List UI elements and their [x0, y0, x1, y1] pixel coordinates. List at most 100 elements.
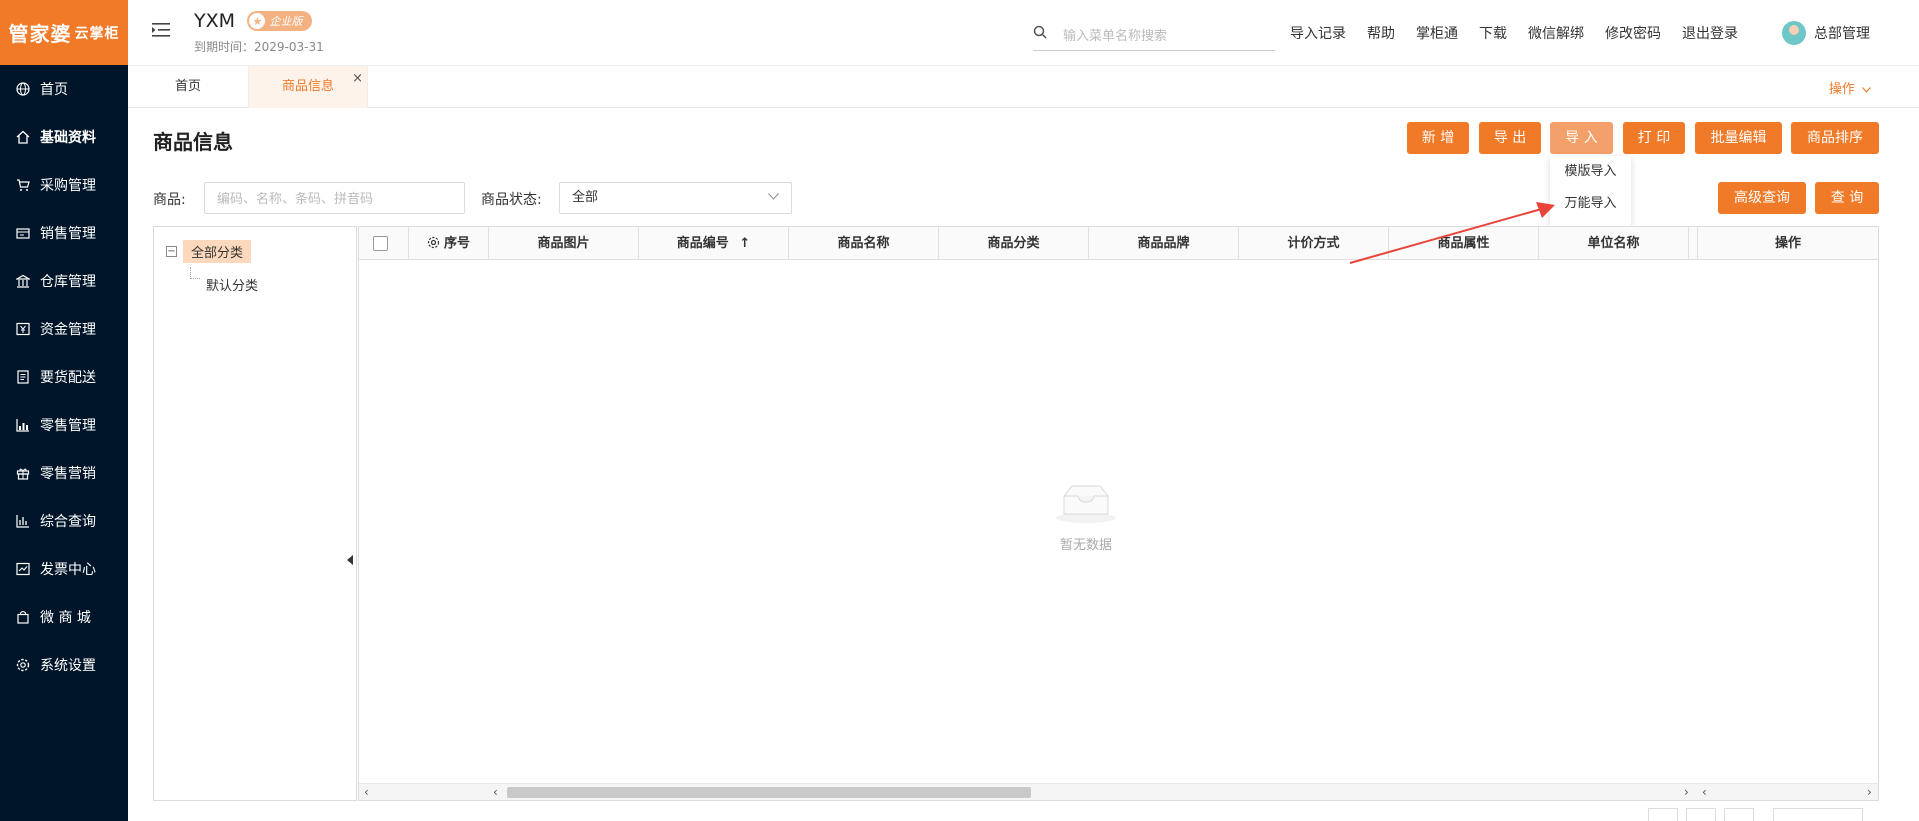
add-button[interactable]: 新 增: [1407, 122, 1469, 154]
page-title: 商品信息: [153, 130, 233, 154]
sidebar-item-11[interactable]: 微 商 城: [0, 593, 128, 641]
sidebar-item-9[interactable]: 综合查询: [0, 497, 128, 545]
help-link[interactable]: 帮助: [1367, 23, 1395, 43]
sidebar-item-8[interactable]: 零售营销: [0, 449, 128, 497]
search-input[interactable]: [1063, 25, 1263, 45]
user-menu[interactable]: 总部管理: [1782, 21, 1870, 45]
status-select[interactable]: 全部: [559, 182, 792, 214]
sidebar-item-10[interactable]: 发票中心: [0, 545, 128, 593]
sort-asc-icon[interactable]: ↑: [739, 236, 750, 251]
col-actions: 操作: [1697, 227, 1878, 260]
shop-bag-icon: [15, 609, 31, 625]
horizontal-scrollbar[interactable]: ‹ ‹ › ‹ ›: [359, 783, 1878, 800]
tree-collapse-toggle[interactable]: −: [166, 246, 177, 257]
table-header: 序号 商品图片 商品编号 ↑ 商品名称 商品分类 商品品牌 计价方式 商品属性 …: [359, 227, 1878, 260]
bar-chart-icon: [15, 513, 31, 529]
sidebar-item-label: 首页: [40, 82, 68, 98]
cart-icon: [15, 177, 31, 193]
sidebar: 管家婆 云掌柜 首页 基础资料 采购管理 销售管理 仓库管理 资金管理 要货配送 零售管理 零售营…: [0, 0, 128, 821]
annotation-arrow-icon: [1349, 202, 1555, 264]
print-button[interactable]: 打 印: [1623, 122, 1685, 154]
pager-prev[interactable]: [1648, 808, 1678, 821]
top-header: YXM ★ 企业版 到期时间：2029-03-31 导入记录 帮助 掌柜通 下载…: [128, 0, 1919, 66]
sidebar-item-2[interactable]: 采购管理: [0, 161, 128, 209]
goods-sort-button[interactable]: 商品排序: [1791, 122, 1879, 154]
close-icon[interactable]: ×: [352, 58, 363, 100]
zhanggui-link[interactable]: 掌柜通: [1416, 23, 1458, 43]
gift-icon: [15, 465, 31, 481]
user-name: 总部管理: [1814, 26, 1870, 42]
logout-link[interactable]: 退出登录: [1682, 23, 1738, 43]
sidebar-item-label: 零售营销: [40, 466, 96, 482]
operations-menu[interactable]: 操作: [1829, 78, 1871, 97]
org-name: YXM: [194, 10, 236, 32]
pager-next[interactable]: [1724, 808, 1754, 821]
change-password-link[interactable]: 修改密码: [1605, 23, 1661, 43]
column-settings-icon[interactable]: [427, 236, 440, 249]
gear-icon: [15, 657, 31, 673]
chevron-down-icon: [1862, 87, 1871, 93]
template-import-item[interactable]: 模版导入: [1550, 156, 1631, 188]
tree-node-label[interactable]: 全部分类: [183, 240, 252, 263]
import-button[interactable]: 导 入: [1550, 122, 1613, 154]
import-records-link[interactable]: 导入记录: [1290, 23, 1346, 43]
warehouse-icon: [15, 273, 31, 289]
money-icon: [15, 321, 31, 337]
sidebar-item-7[interactable]: 零售管理: [0, 401, 128, 449]
sidebar-item-0[interactable]: 首页: [0, 65, 128, 113]
tree-connector: [190, 267, 200, 279]
download-link[interactable]: 下载: [1479, 23, 1507, 43]
wechat-unbind-link[interactable]: 微信解绑: [1528, 23, 1584, 43]
select-all-checkbox[interactable]: [373, 236, 388, 251]
goods-search-input[interactable]: [204, 182, 465, 214]
sidebar-item-label: 零售管理: [40, 418, 96, 434]
scroll-left-icon[interactable]: ‹: [493, 784, 498, 801]
scroll-left-icon[interactable]: ‹: [1702, 784, 1707, 801]
sidebar-item-1[interactable]: 基础资料: [0, 113, 128, 161]
pager-page[interactable]: [1686, 808, 1716, 821]
tree-node-all[interactable]: − 全部分类: [166, 240, 252, 263]
sidebar-item-6[interactable]: 要货配送: [0, 353, 128, 401]
col-name[interactable]: 商品名称: [789, 227, 939, 260]
universal-import-item[interactable]: 万能导入: [1550, 188, 1631, 220]
brand: YXM ★ 企业版 到期时间：2029-03-31: [194, 10, 324, 55]
category-tree: − 全部分类 默认分类: [153, 226, 357, 801]
tab-goods-info[interactable]: 商品信息 ×: [248, 66, 368, 108]
scroll-left-icon[interactable]: ‹: [364, 784, 369, 801]
search-icon: [1033, 25, 1047, 39]
pager-size-select[interactable]: [1773, 808, 1863, 821]
sidebar-item-label: 销售管理: [40, 226, 96, 242]
sidebar-item-label: 系统设置: [40, 658, 96, 674]
col-image[interactable]: 商品图片: [489, 227, 639, 260]
header-links: 导入记录 帮助 掌柜通 下载 微信解绑 修改密码 退出登录: [1290, 23, 1759, 43]
query-button[interactable]: 查 询: [1815, 182, 1879, 214]
goods-table: 序号 商品图片 商品编号 ↑ 商品名称 商品分类 商品品牌 计价方式 商品属性 …: [358, 226, 1879, 801]
sidebar-item-label: 微 商 城: [40, 610, 91, 626]
expire-date: 到期时间：2029-03-31: [194, 40, 324, 54]
sidebar-item-4[interactable]: 仓库管理: [0, 257, 128, 305]
col-index[interactable]: 序号: [409, 227, 489, 260]
sidebar-item-label: 基础资料: [40, 130, 96, 146]
col-code[interactable]: 商品编号 ↑: [639, 227, 789, 260]
tree-node-default[interactable]: 默认分类: [206, 275, 258, 294]
sidebar-item-3[interactable]: 销售管理: [0, 209, 128, 257]
col-category[interactable]: 商品分类: [939, 227, 1089, 260]
sidebar-item-5[interactable]: 资金管理: [0, 305, 128, 353]
menu-toggle-icon[interactable]: [152, 22, 170, 38]
col-unit[interactable]: 单位名称: [1539, 227, 1689, 260]
tab-home[interactable]: 首页: [128, 66, 248, 108]
globe-icon: [15, 81, 31, 97]
export-button[interactable]: 导 出: [1479, 122, 1541, 154]
scroll-right-icon[interactable]: ›: [1684, 784, 1689, 801]
advanced-query-button[interactable]: 高级查询: [1718, 182, 1806, 214]
scroll-right-icon[interactable]: ›: [1867, 784, 1872, 801]
avatar: [1782, 21, 1806, 45]
batch-edit-button[interactable]: 批量编辑: [1695, 122, 1782, 154]
import-dropdown: 模版导入 万能导入: [1550, 156, 1631, 226]
col-brand[interactable]: 商品品牌: [1089, 227, 1239, 260]
invoice-icon: [15, 561, 31, 577]
empty-box-icon: [1056, 485, 1116, 523]
menu-search: [1033, 23, 1275, 51]
sidebar-item-12[interactable]: 系统设置: [0, 641, 128, 689]
scrollbar-thumb[interactable]: [507, 787, 1031, 798]
